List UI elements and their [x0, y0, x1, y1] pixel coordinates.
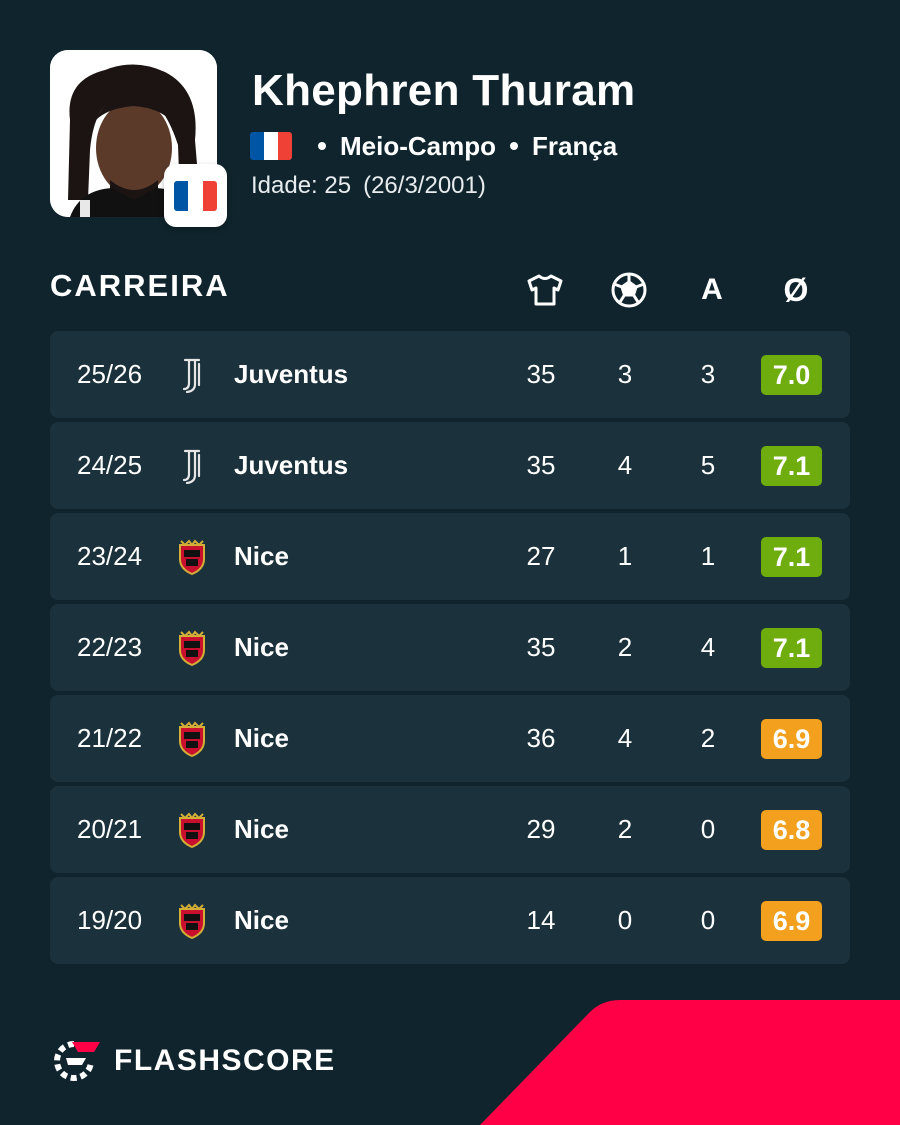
career-row: 24/25 Juventus 35 4 5 7.1	[50, 422, 850, 509]
career-row: 19/20 Nice 14 0 0 6.9	[50, 877, 850, 964]
birthdate-text: (26/3/2001)	[363, 172, 486, 199]
brand-name: FLASHSCORE	[114, 1044, 336, 1077]
appearances: 36	[526, 723, 556, 753]
assists-column-label: A	[701, 273, 723, 306]
appearances: 27	[526, 541, 556, 571]
season: 22/23	[77, 632, 143, 662]
club-name: Nice	[234, 632, 289, 662]
career-row: 20/21 Nice 29 2 0 6.8	[50, 786, 850, 873]
juventus-logo-icon	[175, 357, 209, 394]
season: 21/22	[77, 723, 143, 753]
career-row: 23/24 Nice 27 1 1 7.1	[50, 513, 850, 600]
career-row: 25/26 Juventus 35 3 3 7.0	[50, 331, 850, 418]
assists: 2	[700, 723, 716, 753]
assists: 0	[700, 814, 716, 844]
rating-badge: 7.1	[761, 628, 822, 668]
career-title: CARREIRA	[50, 268, 230, 303]
season: 19/20	[77, 905, 143, 935]
appearances: 35	[526, 450, 556, 480]
rating-badge: 7.1	[761, 537, 822, 577]
flag-stripe-white	[264, 132, 278, 160]
appearances: 14	[526, 905, 556, 935]
nice-crest-icon	[175, 903, 209, 940]
football-icon	[609, 270, 649, 310]
goals: 4	[617, 450, 633, 480]
season: 25/26	[77, 359, 143, 389]
club-name: Nice	[234, 723, 289, 753]
club-name: Juventus	[234, 359, 349, 389]
nice-crest-icon	[175, 539, 209, 576]
appearances: 35	[526, 632, 556, 662]
juventus-logo-icon	[175, 448, 209, 485]
club-name: Nice	[234, 541, 289, 571]
rating-badge: 6.9	[761, 719, 822, 759]
separator-dot	[510, 142, 518, 150]
nice-crest-icon	[175, 721, 209, 758]
rating-badge: 6.9	[761, 901, 822, 941]
assists: 4	[700, 632, 716, 662]
season: 24/25	[77, 450, 143, 480]
assists: 3	[700, 359, 716, 389]
jersey-icon	[525, 270, 565, 310]
flag-stripe-red	[202, 180, 217, 211]
flag-stripe-red	[278, 132, 292, 160]
flag-stripe-blue	[174, 180, 189, 211]
appearances: 35	[526, 359, 556, 389]
player-name: Khephren Thuram	[252, 66, 636, 115]
age-text: Idade: 25	[251, 172, 352, 199]
career-table: 25/26 Juventus 35 3 3 7.0 24/25 Juventus…	[50, 331, 850, 968]
flashscore-logo-icon	[54, 1041, 100, 1081]
flag-stripe-blue	[250, 132, 264, 160]
france-flag-icon	[250, 132, 292, 160]
goals: 2	[617, 632, 633, 662]
goals: 0	[617, 905, 633, 935]
nationality-flag-badge	[164, 164, 227, 227]
footer-accent-shape	[480, 1000, 900, 1125]
goals: 3	[617, 359, 633, 389]
separator-dot	[318, 142, 326, 150]
assists: 1	[700, 541, 716, 571]
season: 20/21	[77, 814, 143, 844]
nice-crest-icon	[175, 630, 209, 667]
career-row: 22/23 Nice 35 2 4 7.1	[50, 604, 850, 691]
flag-stripe-white	[188, 180, 203, 211]
player-age: Idade: 25 (26/3/2001)	[251, 172, 498, 200]
nice-crest-icon	[175, 812, 209, 849]
player-country: França	[532, 130, 618, 161]
france-flag-icon	[174, 180, 217, 211]
player-position: Meio-Campo	[340, 130, 496, 161]
appearances: 29	[526, 814, 556, 844]
season: 23/24	[77, 541, 143, 571]
flashscore-logo: FLASHSCORE	[50, 1038, 336, 1084]
club-name: Nice	[234, 814, 289, 844]
goals: 1	[617, 541, 633, 571]
assists: 0	[700, 905, 716, 935]
club-name: Nice	[234, 905, 289, 935]
rating-badge: 7.0	[761, 355, 822, 395]
club-name: Juventus	[234, 450, 349, 480]
average-column-label: Ø	[783, 272, 809, 308]
assists: 5	[700, 450, 716, 480]
player-meta: Meio-Campo França	[250, 130, 617, 162]
rating-badge: 6.8	[761, 810, 822, 850]
goals: 4	[617, 723, 633, 753]
career-row: 21/22 Nice 36 4 2 6.9	[50, 695, 850, 782]
rating-badge: 7.1	[761, 446, 822, 486]
goals: 2	[617, 814, 633, 844]
